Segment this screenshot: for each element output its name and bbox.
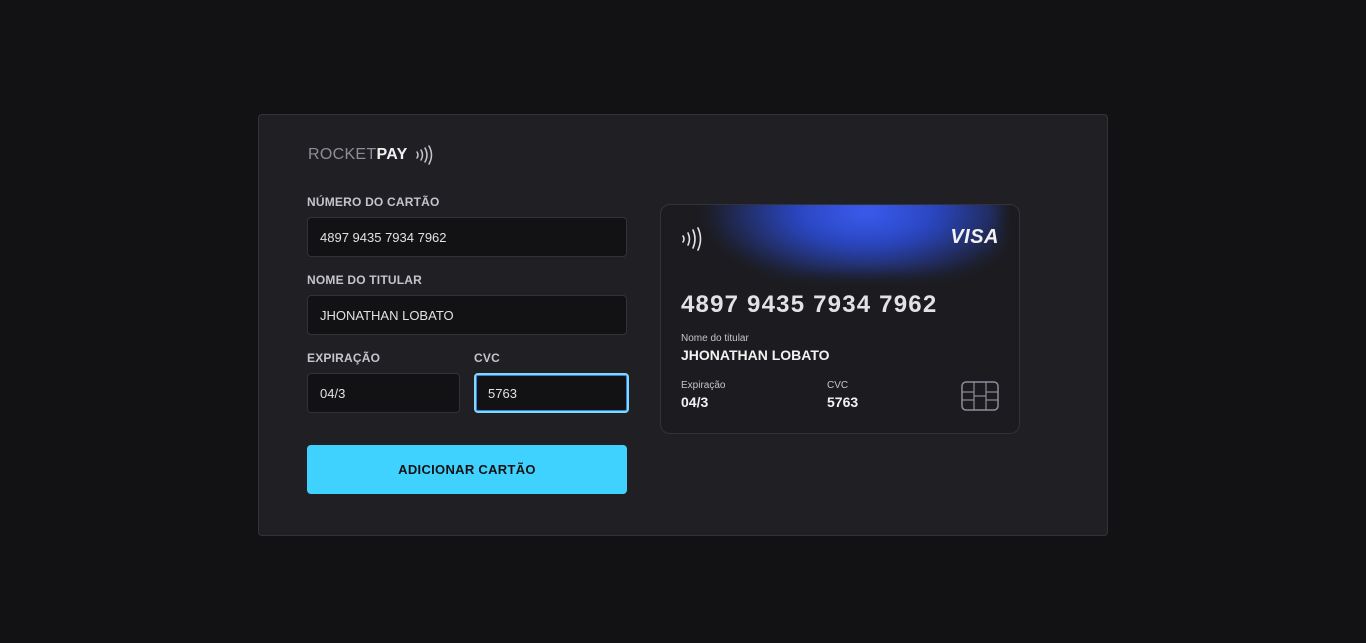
card-preview-number: 4897 9435 7934 7962: [681, 291, 938, 318]
expiration-input[interactable]: [307, 373, 460, 413]
holder-input[interactable]: [307, 295, 627, 335]
rocketpay-logo: ROCKET PAY: [308, 143, 433, 167]
card-preview-cvc: CVC 5763: [827, 380, 858, 410]
holder-label: NOME DO TITULAR: [307, 273, 422, 287]
card-exp-label: Expiração: [681, 380, 726, 391]
payment-panel: ROCKETPAY NÚMERO DO CARTÃO NOME DO TITUL…: [258, 114, 1108, 536]
cvc-input[interactable]: [474, 373, 629, 413]
logo-rocket-text: ROCKET: [308, 146, 377, 163]
expiration-label: EXPIRAÇÃO: [307, 351, 381, 365]
card-chip-icon: [961, 381, 999, 416]
card-preview: VISA 4897 9435 7934 7962 Nome do titular…: [660, 204, 1020, 434]
holder-group: NOME DO TITULAR: [307, 273, 627, 335]
card-cvc-label: CVC: [827, 380, 849, 391]
card-preview-holder: Nome do titular JHONATHAN LOBATO: [681, 333, 830, 363]
card-number-group: NÚMERO DO CARTÃO: [307, 195, 627, 257]
contactless-icon: [681, 227, 703, 256]
expiration-cvc-row: EXPIRAÇÃO CVC: [307, 351, 629, 413]
logo-pay-text: PAY: [376, 146, 408, 163]
card-number-input[interactable]: [307, 217, 627, 257]
card-form: NÚMERO DO CARTÃO NOME DO TITULAR EXPIRAÇ…: [307, 195, 629, 494]
card-holder-label: Nome do titular: [681, 333, 749, 344]
add-card-button[interactable]: ADICIONAR CARTÃO: [307, 445, 627, 494]
card-number-label: NÚMERO DO CARTÃO: [307, 195, 440, 209]
card-holder-value: JHONATHAN LOBATO: [681, 347, 830, 363]
cvc-group: CVC: [474, 351, 629, 413]
card-exp-value: 04/3: [681, 394, 709, 410]
cvc-label: CVC: [474, 351, 500, 365]
card-cvc-value: 5763: [827, 394, 859, 410]
expiration-group: EXPIRAÇÃO: [307, 351, 460, 413]
contactless-icon: [415, 145, 433, 165]
visa-logo: VISA: [950, 226, 999, 248]
card-preview-expiration: Expiração 04/3: [681, 380, 725, 410]
